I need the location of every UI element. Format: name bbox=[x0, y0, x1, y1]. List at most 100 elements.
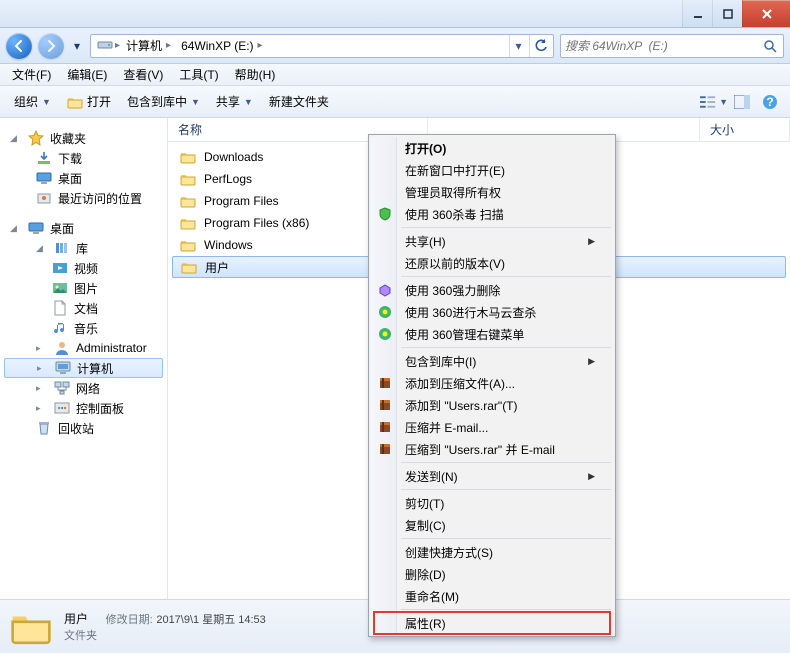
chevron-down-icon: ◢ bbox=[36, 243, 48, 254]
ctx-share[interactable]: 共享(H)▶ bbox=[371, 230, 613, 252]
preview-pane-button[interactable] bbox=[728, 90, 756, 114]
breadcrumb-sep-icon: ▸ bbox=[115, 40, 120, 51]
navnode-recycle[interactable]: 回收站 bbox=[0, 418, 167, 438]
column-size[interactable]: 大小 bbox=[700, 118, 790, 141]
user-icon bbox=[54, 340, 70, 356]
folder-icon bbox=[180, 149, 196, 165]
menu-bar: 文件(F) 编辑(E) 查看(V) 工具(T) 帮助(H) bbox=[0, 64, 790, 86]
details-date-value: 2017\9\1 星期五 14:53 bbox=[156, 614, 265, 626]
menu-help[interactable]: 帮助(H) bbox=[227, 63, 284, 86]
ctx-properties[interactable]: 属性(R) bbox=[371, 612, 613, 634]
rar-icon bbox=[377, 419, 393, 435]
search-icon[interactable] bbox=[761, 39, 779, 53]
navnode-pictures[interactable]: 图片 bbox=[0, 278, 167, 298]
chevron-down-icon: ◢ bbox=[10, 133, 22, 144]
navnode-desktop-fav[interactable]: 桌面 bbox=[0, 168, 167, 188]
ctx-add-users-rar[interactable]: 添加到 "Users.rar"(T) bbox=[371, 394, 613, 416]
navnode-recent[interactable]: 最近访问的位置 bbox=[0, 188, 167, 208]
navnode-network[interactable]: ▸ 网络 bbox=[0, 378, 167, 398]
window-maximize-button[interactable] bbox=[712, 0, 742, 27]
forward-button[interactable] bbox=[38, 33, 64, 59]
ctx-add-archive[interactable]: 添加到压缩文件(A)... bbox=[371, 372, 613, 394]
cube-icon bbox=[377, 282, 393, 298]
back-button[interactable] bbox=[6, 33, 32, 59]
recycle-icon bbox=[36, 420, 52, 436]
ctx-rightmenu[interactable]: 使用 360管理右键菜单 bbox=[371, 323, 613, 345]
document-icon bbox=[52, 300, 68, 316]
menu-edit[interactable]: 编辑(E) bbox=[59, 63, 115, 86]
navnode-videos[interactable]: 视频 bbox=[0, 258, 167, 278]
breadcrumb-drive[interactable]: 64WinXP (E:) ▸ bbox=[177, 35, 267, 57]
navnode-music[interactable]: 音乐 bbox=[0, 318, 167, 338]
ctx-scan360[interactable]: 使用 360杀毒 扫描 bbox=[371, 203, 613, 225]
ctx-shortcut[interactable]: 创建快捷方式(S) bbox=[371, 541, 613, 563]
rar-icon bbox=[377, 397, 393, 413]
recent-icon bbox=[36, 190, 52, 206]
share-button[interactable]: 共享 ▼ bbox=[208, 89, 261, 114]
ctx-open-new[interactable]: 在新窗口中打开(E) bbox=[371, 159, 613, 181]
chevron-right-icon: ▸ bbox=[36, 343, 48, 354]
organize-button[interactable]: 组织 ▼ bbox=[6, 89, 59, 114]
navnode-admin[interactable]: ▸ Administrator bbox=[0, 338, 167, 358]
navnode-libraries[interactable]: ◢ 库 bbox=[0, 238, 167, 258]
folder-icon bbox=[180, 237, 196, 253]
ctx-rename[interactable]: 重命名(M) bbox=[371, 585, 613, 607]
include-button[interactable]: 包含到库中 ▼ bbox=[119, 89, 208, 114]
navnode-computer[interactable]: ▸ 计算机 bbox=[4, 358, 163, 378]
view-mode-button[interactable]: ▼ bbox=[700, 90, 728, 114]
desktop-icon bbox=[28, 220, 44, 236]
context-menu: 打开(O) 在新窗口中打开(E) 管理员取得所有权 使用 360杀毒 扫描 共享… bbox=[368, 134, 616, 637]
music-icon bbox=[52, 320, 68, 336]
address-bar[interactable]: ▸ 计算机 ▸ 64WinXP (E:) ▸ ▾ bbox=[90, 34, 554, 58]
menu-view[interactable]: 查看(V) bbox=[115, 63, 171, 86]
navnode-downloads[interactable]: 下载 bbox=[0, 148, 167, 168]
video-icon bbox=[52, 260, 68, 276]
ctx-cut[interactable]: 剪切(T) bbox=[371, 492, 613, 514]
drive-icon bbox=[97, 36, 113, 55]
chevron-right-icon: ▸ bbox=[37, 363, 49, 374]
navigation-bar: ▾ ▸ 计算机 ▸ 64WinXP (E:) ▸ ▾ bbox=[0, 28, 790, 64]
ctx-send-to[interactable]: 发送到(N)▶ bbox=[371, 465, 613, 487]
ctx-include-lib[interactable]: 包含到库中(I)▶ bbox=[371, 350, 613, 372]
history-dropdown[interactable]: ▾ bbox=[70, 33, 84, 59]
address-dropdown[interactable]: ▾ bbox=[509, 35, 527, 57]
menu-file[interactable]: 文件(F) bbox=[4, 63, 59, 86]
ctx-trojan[interactable]: 使用 360进行木马云查杀 bbox=[371, 301, 613, 323]
chevron-down-icon: ◢ bbox=[10, 223, 22, 234]
rar-icon bbox=[377, 441, 393, 457]
pictures-icon bbox=[52, 280, 68, 296]
search-input[interactable] bbox=[565, 39, 761, 53]
computer-icon bbox=[55, 360, 71, 376]
details-date-label: 修改日期: bbox=[106, 614, 153, 626]
ctx-open[interactable]: 打开(O) bbox=[371, 137, 613, 159]
controlpanel-icon bbox=[54, 400, 70, 416]
help-button[interactable]: ? bbox=[756, 90, 784, 114]
ctx-restore[interactable]: 还原以前的版本(V) bbox=[371, 252, 613, 274]
ctx-copy[interactable]: 复制(C) bbox=[371, 514, 613, 536]
window-minimize-button[interactable] bbox=[682, 0, 712, 27]
ctx-force-del[interactable]: 使用 360强力删除 bbox=[371, 279, 613, 301]
refresh-button[interactable] bbox=[529, 35, 551, 57]
navnode-favorites[interactable]: ◢ 收藏夹 bbox=[0, 128, 167, 148]
download-icon bbox=[36, 150, 52, 166]
breadcrumb-computer[interactable]: 计算机 ▸ bbox=[122, 35, 175, 57]
window-titlebar bbox=[0, 0, 790, 28]
folder-icon bbox=[180, 193, 196, 209]
search-box[interactable] bbox=[560, 34, 784, 58]
ctx-zip-users-email[interactable]: 压缩到 "Users.rar" 并 E-mail bbox=[371, 438, 613, 460]
menu-tools[interactable]: 工具(T) bbox=[171, 63, 226, 86]
desktop-icon bbox=[36, 170, 52, 186]
favorites-icon bbox=[28, 130, 44, 146]
window-close-button[interactable] bbox=[742, 0, 790, 27]
ctx-admin-own[interactable]: 管理员取得所有权 bbox=[371, 181, 613, 203]
ctx-delete[interactable]: 删除(D) bbox=[371, 563, 613, 585]
navnode-documents[interactable]: 文档 bbox=[0, 298, 167, 318]
svg-text:?: ? bbox=[766, 95, 773, 109]
open-button[interactable]: 打开 bbox=[59, 89, 119, 114]
rar-icon bbox=[377, 375, 393, 391]
new-folder-button[interactable]: 新建文件夹 bbox=[261, 89, 337, 114]
navnode-desktop[interactable]: ◢ 桌面 bbox=[0, 218, 167, 238]
ctx-zip-email[interactable]: 压缩并 E-mail... bbox=[371, 416, 613, 438]
folder-icon bbox=[181, 259, 197, 275]
navnode-controlpanel[interactable]: ▸ 控制面板 bbox=[0, 398, 167, 418]
